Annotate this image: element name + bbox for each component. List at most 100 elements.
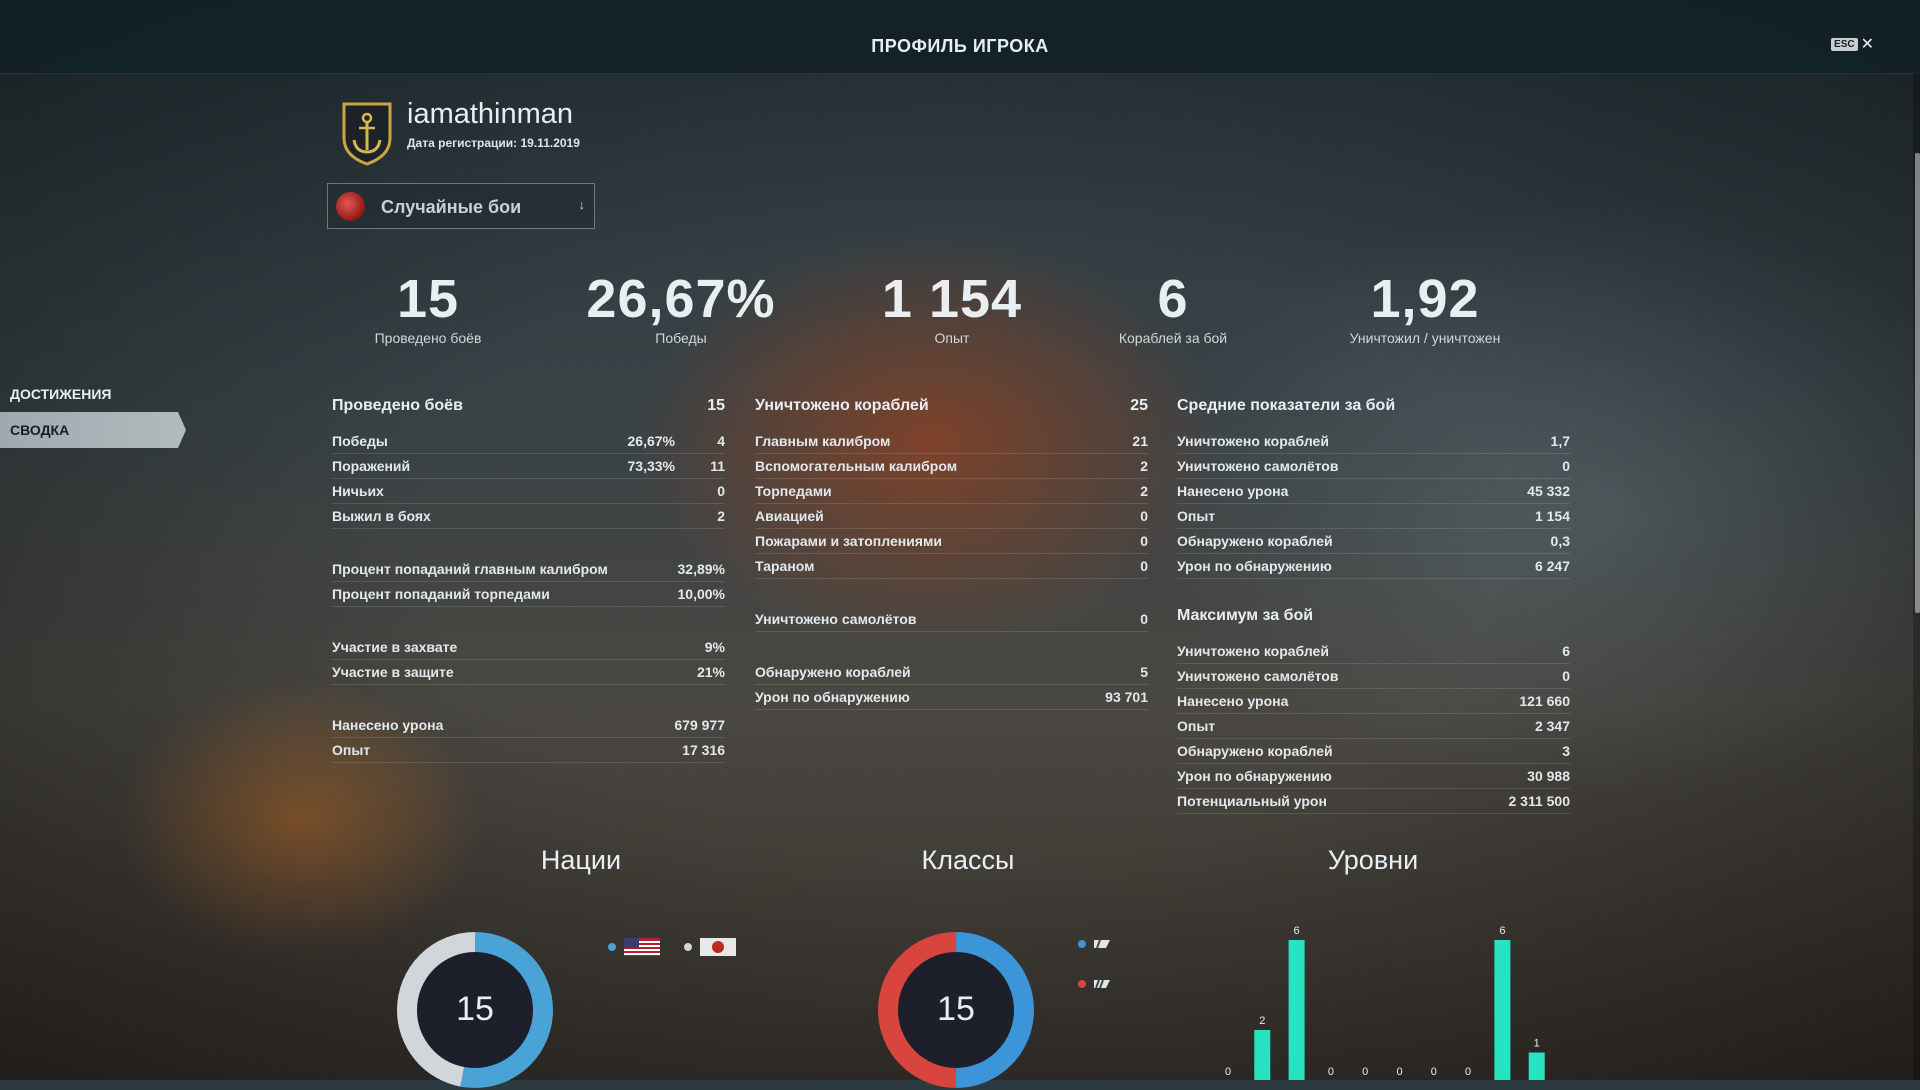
legend-item-cruiser[interactable]	[1078, 978, 1112, 990]
stat-label: Уничтожено самолётов	[755, 611, 917, 627]
stat-row: Авиацией 0	[755, 504, 1148, 529]
scrollbar-thumb[interactable]	[1915, 153, 1920, 613]
legend-item-japan[interactable]	[684, 936, 738, 958]
stat-percent: 73,33%	[627, 458, 675, 474]
stat-label: Потенциальный урон	[1177, 793, 1327, 809]
tier-bar-label: 6	[1294, 925, 1300, 937]
kpi-winrate: 26,67% Победы	[561, 268, 801, 346]
section-title: Проведено боёв	[332, 397, 463, 414]
stat-label: Победы	[332, 433, 388, 449]
stat-value: 0	[1140, 533, 1148, 549]
legend-item-usa[interactable]	[608, 936, 662, 958]
stat-value: 1,7	[1550, 433, 1570, 449]
legend-dot	[1078, 980, 1086, 988]
stat-label: Обнаружено кораблей	[1177, 743, 1333, 759]
battle-mode-dropdown[interactable]: Случайные бои ↓	[327, 183, 595, 229]
stat-value: 679 977	[674, 717, 725, 733]
nations-total: 15	[456, 990, 494, 1028]
stat-row: Урон по обнаружению 93 701	[755, 685, 1148, 710]
battle-mode-value: Случайные бои	[381, 197, 522, 217]
stat-row: Уничтожено кораблей 1,7	[1177, 429, 1570, 454]
section-title: Максимум за бой	[1177, 607, 1314, 624]
tier-bar-label: 0	[1431, 1066, 1437, 1078]
kpi-label: Проведено боёв	[374, 330, 482, 346]
stat-row: Торпедами 2	[755, 479, 1148, 504]
kpi-value: 15	[396, 269, 460, 329]
kpi-label: Кораблей за бой	[1118, 330, 1228, 346]
stat-row: Урон по обнаружению 30 988	[1177, 764, 1570, 789]
stat-label: Ничьих	[332, 483, 384, 499]
stat-value: 5	[1140, 664, 1148, 680]
tiers-title: Уровни	[1327, 845, 1419, 875]
stat-value: 10,00%	[677, 586, 725, 602]
stat-label: Поражений	[332, 458, 411, 474]
tier-bar-label: 0	[1328, 1066, 1334, 1078]
stat-value: 21%	[696, 664, 725, 680]
stat-label: Опыт	[332, 742, 371, 758]
nav-item-achievements[interactable]: ДОСТИЖЕНИЯ	[0, 376, 186, 412]
stat-row: Урон по обнаружению 6 247	[1177, 554, 1570, 579]
stat-value: 3	[1562, 743, 1570, 759]
stat-value: 121 660	[1519, 693, 1570, 709]
averages-column: Средние показатели за бой Уничтожено кор…	[1177, 397, 1570, 814]
section-value: 15	[707, 397, 725, 414]
stat-label: Процент попаданий главным калибром	[332, 561, 608, 577]
stat-value: 0	[1140, 558, 1148, 574]
stat-row: Опыт 17 316	[332, 738, 725, 763]
stat-percent: 26,67%	[627, 433, 675, 449]
section-value: 25	[1130, 397, 1148, 414]
tier-bar	[1288, 940, 1305, 1080]
stat-value: 6 247	[1534, 558, 1570, 574]
scrollbar[interactable]	[1913, 73, 1920, 1080]
stat-row: Уничтожено самолётов 0	[755, 607, 1148, 632]
cruiser-class-icon	[1094, 979, 1110, 989]
legend-dot	[684, 943, 692, 951]
tier-bar-label: 0	[1465, 1066, 1471, 1078]
stat-value: 11	[710, 458, 725, 474]
stat-row: Обнаружено кораблей 5	[755, 660, 1148, 685]
stat-row: Победы 26,67% 4	[332, 429, 725, 454]
stat-value: 6	[1562, 643, 1570, 659]
stat-label: Обнаружено кораблей	[755, 664, 911, 680]
japan-flag-icon	[700, 938, 736, 956]
stat-value: 0,3	[1550, 533, 1570, 549]
stat-row: Уничтожено самолётов 0	[1177, 664, 1570, 689]
stat-label: Уничтожено самолётов	[1177, 668, 1339, 684]
stat-label: Урон по обнаружению	[755, 689, 910, 705]
stat-row: Тараном 0	[755, 554, 1148, 579]
stat-value: 0	[1140, 508, 1148, 524]
close-button[interactable]: ESC ✕	[1831, 35, 1874, 53]
registration-date: Дата регистрации: 19.11.2019	[407, 136, 580, 150]
nav-item-summary[interactable]: СВОДКА	[0, 412, 186, 448]
kpi-label: Уничтожил / уничтожен	[1349, 330, 1501, 346]
stat-row: Обнаружено кораблей 0,3	[1177, 529, 1570, 554]
close-icon: ✕	[1860, 35, 1874, 53]
stat-label: Нанесено урона	[332, 717, 444, 733]
stat-row: Обнаружено кораблей 3	[1177, 739, 1570, 764]
nations-donut-chart[interactable]: 15	[395, 930, 555, 1088]
stat-value: 2 347	[1534, 718, 1570, 734]
stat-label: Нанесено урона	[1177, 693, 1289, 709]
legend-item-destroyer[interactable]	[1078, 938, 1112, 950]
kpi-experience: 1 154 Опыт	[832, 268, 1072, 346]
stat-value: 1 154	[1534, 508, 1570, 524]
stat-label: Торпедами	[755, 483, 832, 499]
tier-bar	[1528, 1052, 1545, 1080]
stat-value: 0	[1140, 611, 1148, 627]
stat-row: Вспомогательным калибром 2	[755, 454, 1148, 479]
stat-value: 17 316	[682, 742, 725, 758]
stat-label: Процент попаданий торпедами	[332, 586, 550, 602]
tier-bar-label: 6	[1499, 925, 1505, 937]
kpi-label: Опыт	[934, 330, 970, 346]
stat-label: Урон по обнаружению	[1177, 768, 1332, 784]
stat-value: 0	[1562, 458, 1570, 474]
stat-value: 4	[717, 433, 725, 449]
stat-row: Процент попаданий главным калибром 32,89%	[332, 557, 725, 582]
stat-value: 45 332	[1527, 483, 1570, 499]
stat-row: Поражений 73,33% 11	[332, 454, 725, 479]
stat-row: Уничтожено самолётов 0	[1177, 454, 1570, 479]
stat-value: 21	[1132, 433, 1148, 449]
classes-donut-chart[interactable]: 15	[876, 930, 1036, 1088]
stat-label: Участие в защите	[332, 664, 454, 680]
chevron-down-icon: ↓	[578, 197, 586, 212]
